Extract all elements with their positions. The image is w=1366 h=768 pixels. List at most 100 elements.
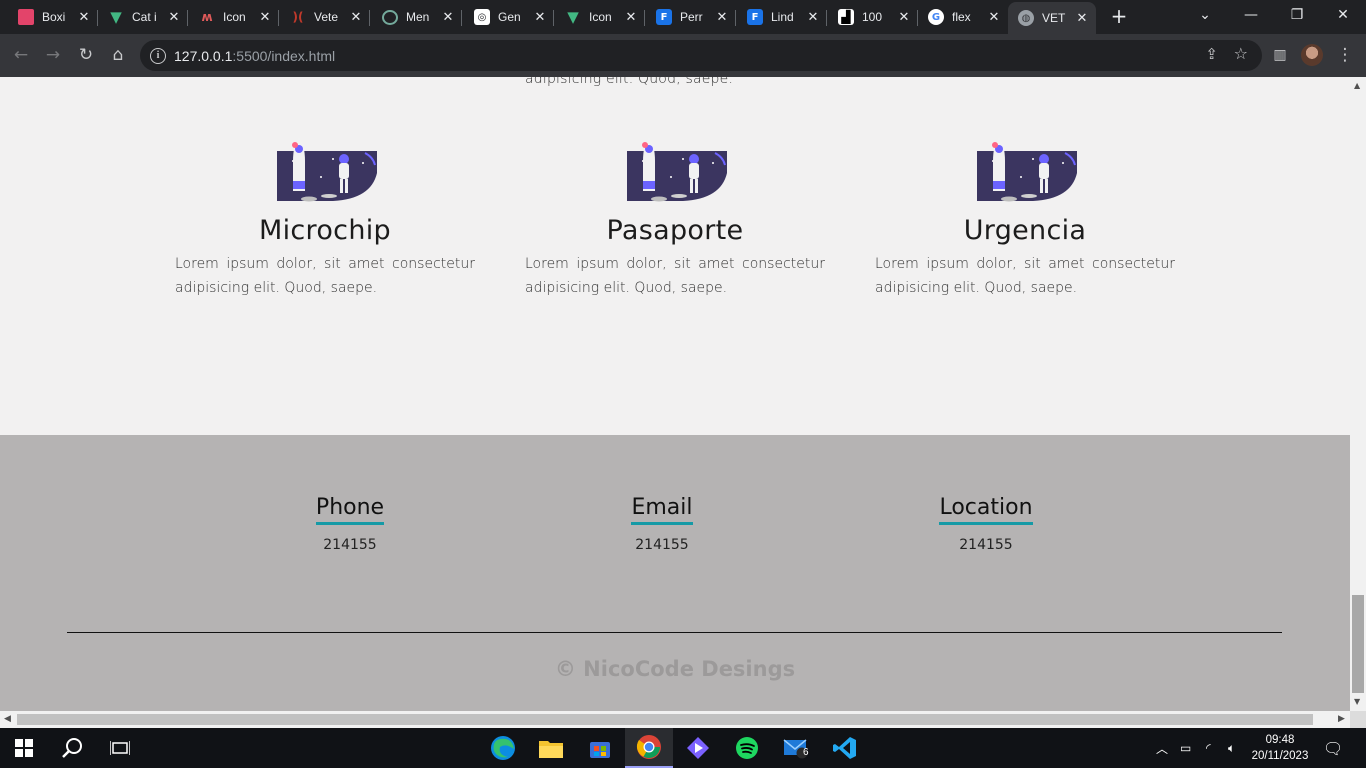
- service-description: Lorem ipsum dolor, sit amet consectetur …: [525, 256, 825, 296]
- google-icon: G: [928, 9, 944, 25]
- close-icon[interactable]: ✕: [440, 10, 456, 25]
- edge-icon[interactable]: [479, 728, 527, 768]
- horizontal-scrollbar[interactable]: ◀ ▶: [0, 711, 1350, 728]
- generator-icon: ◎: [474, 9, 490, 25]
- footer-value: 214155: [959, 537, 1013, 553]
- service-description: Lorem ipsum dolor, sit amet consectetur …: [875, 256, 1175, 296]
- tab-active[interactable]: ◍ VET ✕: [1008, 2, 1096, 34]
- tab-1[interactable]: ▼ Cat i ✕: [98, 4, 188, 30]
- footer-heading: Location: [939, 495, 1033, 525]
- scrollbar-corner: [1350, 711, 1366, 728]
- close-icon[interactable]: ✕: [257, 10, 273, 25]
- close-icon[interactable]: ✕: [623, 10, 639, 25]
- scroll-left-arrow-icon[interactable]: ◀: [4, 714, 11, 724]
- close-icon[interactable]: ✕: [348, 10, 364, 25]
- back-icon[interactable]: ←: [9, 43, 33, 67]
- scroll-up-arrow-icon[interactable]: ▲: [1354, 81, 1360, 90]
- footer-phone: Phone 214155: [300, 495, 400, 553]
- close-icon[interactable]: ✕: [76, 10, 92, 25]
- close-icon[interactable]: ✕: [1074, 11, 1090, 26]
- tab-10[interactable]: G flex ✕: [918, 4, 1008, 30]
- service-title: Microchip: [259, 215, 391, 246]
- windows-start-icon[interactable]: [0, 728, 48, 768]
- battery-icon[interactable]: ▭: [1180, 728, 1191, 768]
- tab-title: Icon: [589, 10, 612, 24]
- tab-title: flex: [952, 10, 971, 24]
- tab-7[interactable]: F Perr ✕: [646, 4, 736, 30]
- restore-button[interactable]: ❐: [1274, 0, 1320, 34]
- tab-2[interactable]: ʍ Icon ✕: [189, 4, 279, 30]
- site-footer: Phone 214155 Email 214155 Location 21415…: [0, 435, 1350, 711]
- scroll-down-arrow-icon[interactable]: ▼: [1354, 697, 1360, 706]
- close-icon[interactable]: ✕: [532, 10, 548, 25]
- new-tab-button[interactable]: +: [1106, 5, 1132, 29]
- wifi-icon[interactable]: ◜: [1206, 728, 1211, 768]
- rocket-astronaut-illustration: [277, 137, 377, 202]
- close-icon[interactable]: ✕: [986, 10, 1002, 25]
- tab-0[interactable]: Boxi ✕: [8, 4, 98, 30]
- boxicons-icon: [18, 9, 34, 25]
- tab-title: Cat i: [132, 10, 157, 24]
- rocket-astronaut-illustration: [627, 137, 727, 202]
- vue-icon: ▼: [110, 8, 122, 26]
- profile-avatar[interactable]: [1301, 44, 1323, 66]
- volume-icon[interactable]: 🔈︎: [1228, 728, 1235, 768]
- openai-icon: [382, 9, 398, 25]
- address-bar[interactable]: i 127.0.0.1:5500/index.html ⇪ ☆: [140, 40, 1262, 71]
- tab-title: 100: [862, 10, 883, 24]
- share-icon[interactable]: ⇪: [1205, 45, 1218, 63]
- file-explorer-icon[interactable]: [527, 728, 575, 768]
- footer-divider: [67, 632, 1282, 633]
- icon-site-icon: ʍ: [201, 10, 213, 24]
- previous-card-text: adipisicing elit. Quod, saepe.: [525, 77, 734, 87]
- minimize-button[interactable]: —: [1228, 0, 1274, 34]
- tab-title: Vete: [314, 10, 339, 24]
- close-window-button[interactable]: ✕: [1320, 0, 1366, 34]
- close-icon[interactable]: ✕: [896, 10, 912, 25]
- scroll-right-arrow-icon[interactable]: ▶: [1338, 714, 1345, 724]
- site-info-icon[interactable]: i: [150, 47, 166, 64]
- pixel-icon: ▟: [838, 9, 854, 25]
- footer-value: 214155: [635, 537, 689, 553]
- reload-icon[interactable]: ↻: [74, 43, 98, 67]
- chrome-icon[interactable]: [625, 728, 673, 768]
- tab-title: Lind: [771, 10, 794, 24]
- horizontal-scroll-thumb[interactable]: [17, 714, 1313, 725]
- form-icon: F: [747, 9, 763, 25]
- footer-location: Location 214155: [926, 495, 1046, 553]
- service-card-pasaporte: Pasaporte Lorem ipsum dolor, sit amet co…: [525, 133, 825, 300]
- tab-4[interactable]: Men ✕: [372, 4, 462, 30]
- linear-icon[interactable]: [674, 728, 722, 768]
- tab-search-icon[interactable]: ⌄: [1182, 0, 1228, 34]
- service-description: Lorem ipsum dolor, sit amet consectetur …: [175, 256, 475, 296]
- vertical-scroll-thumb[interactable]: [1352, 595, 1364, 693]
- mail-icon[interactable]: 6: [772, 728, 820, 768]
- bookmark-star-icon[interactable]: ☆: [1234, 44, 1248, 63]
- tab-3[interactable]: )( Vete ✕: [280, 4, 370, 30]
- search-icon[interactable]: [48, 728, 96, 768]
- task-view-icon[interactable]: [96, 728, 144, 768]
- system-clock[interactable]: 09:48 20/11/2023: [1248, 732, 1312, 764]
- home-icon[interactable]: ⌂: [106, 43, 130, 67]
- vscode-icon[interactable]: [821, 728, 869, 768]
- tab-9[interactable]: ▟ 100 ✕: [828, 4, 918, 30]
- side-panel-icon[interactable]: ▥: [1268, 43, 1292, 67]
- tab-title: VET: [1042, 11, 1066, 25]
- service-card-urgencia: Urgencia Lorem ipsum dolor, sit amet con…: [875, 133, 1175, 300]
- show-hidden-icons-chevron-icon[interactable]: ︿: [1156, 728, 1168, 768]
- notifications-icon[interactable]: 🗨︎: [1323, 728, 1343, 768]
- close-icon[interactable]: ✕: [714, 10, 730, 25]
- close-icon[interactable]: ✕: [166, 10, 182, 25]
- close-icon[interactable]: ✕: [805, 10, 821, 25]
- store-icon[interactable]: [576, 728, 624, 768]
- spotify-icon[interactable]: [723, 728, 771, 768]
- url-text: 127.0.0.1:5500/index.html: [174, 47, 336, 64]
- browser-toolbar: ← → ↻ ⌂ i 127.0.0.1:5500/index.html ⇪ ☆ …: [0, 34, 1366, 77]
- vertical-scrollbar[interactable]: ▲ ▼: [1350, 77, 1366, 711]
- tab-title: Boxi: [42, 10, 66, 24]
- menu-kebab-icon[interactable]: ⋮: [1333, 43, 1357, 67]
- tab-5[interactable]: ◎ Gen ✕: [464, 4, 554, 30]
- tab-6[interactable]: ▼ Icon ✕: [555, 4, 645, 30]
- tab-8[interactable]: F Lind ✕: [737, 4, 827, 30]
- forward-icon[interactable]: →: [41, 43, 65, 67]
